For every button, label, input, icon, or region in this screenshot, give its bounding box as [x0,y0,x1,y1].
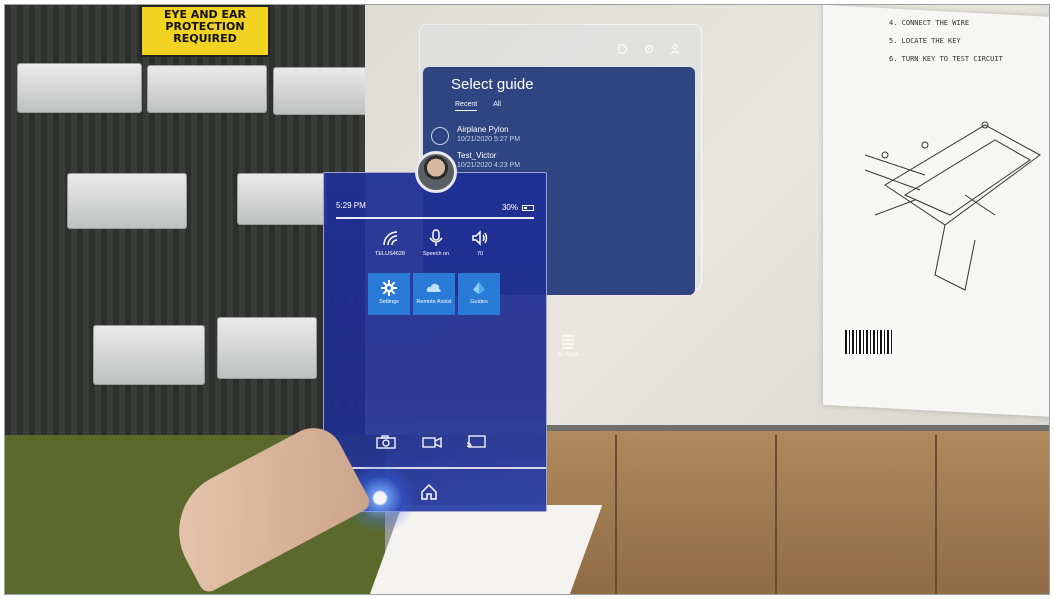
guide-name: Airplane Pylon [457,125,509,134]
home-bar-divider [324,467,546,469]
guide-date: 10/21/2020 5:27 PM [457,136,521,143]
safety-sign: EYE AND EAR PROTECTION REQUIRED [140,5,270,57]
technical-drawing [865,121,1041,291]
list-icon [562,335,574,349]
start-menu: 5:29 PM 30% TELUS4628 Speech on 70 Setti… [323,172,547,512]
wifi-icon [383,231,398,246]
guide-tabs: Recent All [455,101,501,111]
microphone-icon [429,229,443,246]
wifi-label: TELUS4628 [375,251,405,257]
tile-label: Settings [379,299,399,305]
speech-label: Speech on [422,251,450,257]
tab-recent[interactable]: Recent [455,101,478,111]
storage-bin [17,63,142,113]
person-icon[interactable] [669,43,681,55]
radio-button[interactable] [431,127,449,145]
tile-label: Remote Assist [416,299,452,305]
all-apps-button[interactable]: All Apps [553,333,583,358]
tab-all[interactable]: All [493,101,501,111]
guide-title: Select guide [451,76,534,93]
instruction-line: 6. TURN KEY TO TEST CIRCUIT [889,55,1003,63]
settings-icon[interactable] [643,43,655,55]
tile-settings[interactable]: Settings [368,273,410,315]
camera-icon[interactable] [376,435,396,449]
sign-line: REQUIRED [173,32,237,45]
storage-bin [273,67,369,115]
battery-icon [522,204,534,211]
barcode [845,330,893,354]
all-apps-label: All Apps [557,352,579,358]
guide-name: Test_Victor [457,151,497,160]
instruction-line: 5. LOCATE THE KEY [889,37,961,45]
battery-percent: 30% [501,203,518,212]
status-divider [336,217,534,219]
home-icon[interactable] [420,483,438,501]
hololens-view: EYE AND EAR PROTECTION REQUIRED 4. CONNE… [4,4,1050,595]
guides-window-controls [617,43,681,55]
cabinet-seam [775,435,777,594]
storage-bin [237,173,327,225]
cloud-icon [426,283,441,292]
guide-date: 10/21/2020 4:23 PM [457,162,521,169]
instruction-line: 4. CONNECT THE WIRE [889,19,970,27]
volume-label: 70 [476,251,484,257]
tile-label: Guides [470,299,488,305]
volume-icon [472,230,488,246]
guides-icon [473,282,485,294]
storage-bin [147,65,267,113]
gear-icon [381,280,397,296]
cabinet-seam [615,435,617,594]
quick-volume[interactable]: 70 [454,229,506,257]
video-icon[interactable] [422,435,442,449]
cabinets [545,425,1049,594]
tile-guides[interactable]: Guides [458,273,500,315]
storage-bin [67,173,187,229]
tag-icon[interactable] [617,43,629,55]
storage-bin [217,317,317,379]
tile-remote-assist[interactable]: Remote Assist [413,273,455,315]
clock: 5:29 PM [336,201,366,210]
quick-wifi[interactable]: TELUS4628 [364,229,416,257]
avatar[interactable] [415,151,457,193]
cabinet-seam [935,435,937,594]
battery-status: 30% [502,203,534,212]
storage-bin [93,325,205,385]
cast-icon[interactable] [466,435,486,449]
